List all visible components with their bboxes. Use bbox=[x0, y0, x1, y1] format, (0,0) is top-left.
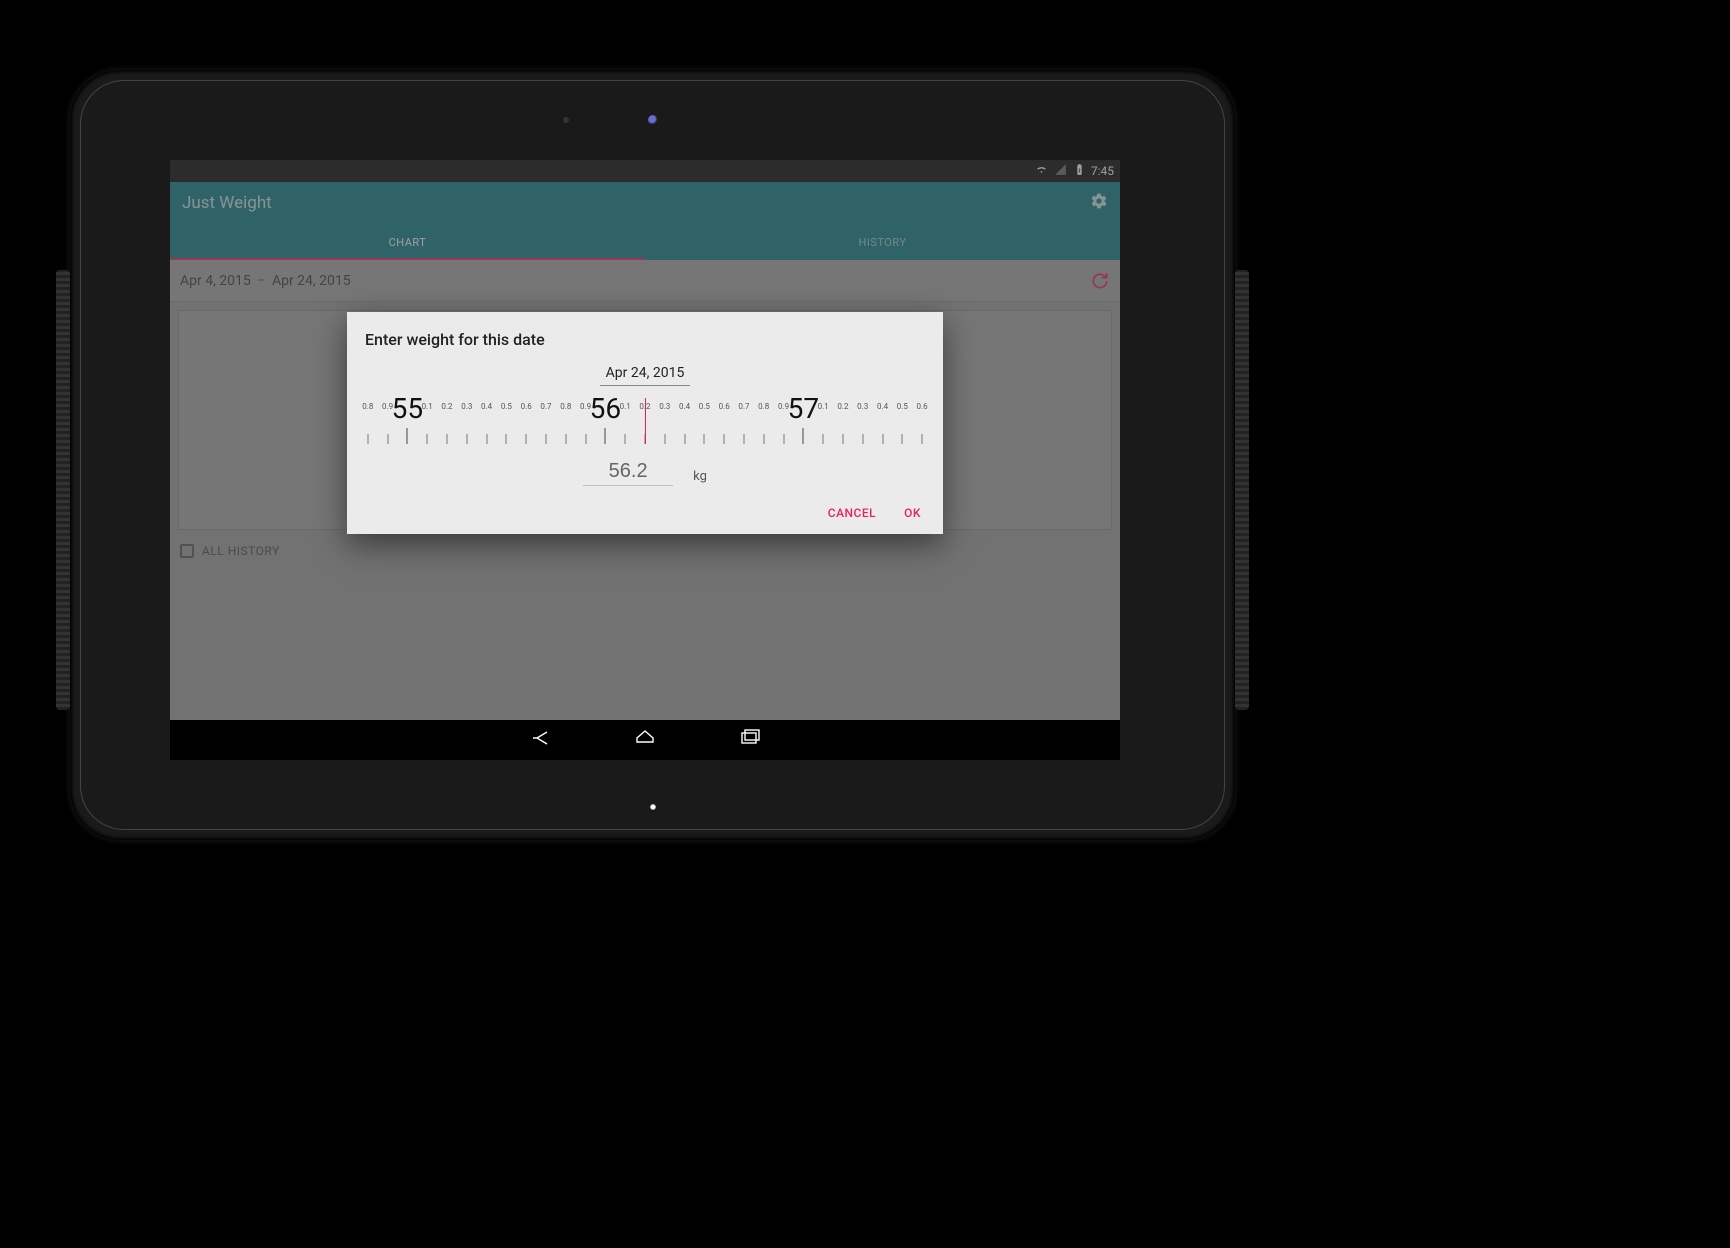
ruler-minor-label: 0.7 bbox=[540, 402, 551, 411]
recent-icon bbox=[737, 726, 761, 750]
ruler-tick: 0.5 bbox=[496, 396, 516, 444]
ruler-indicator bbox=[645, 398, 646, 444]
ruler-tick: 0.2 bbox=[437, 396, 457, 444]
sensor-icon bbox=[563, 117, 569, 123]
recent-apps-button[interactable] bbox=[737, 726, 761, 754]
ruler-minor-label: 0.8 bbox=[560, 402, 571, 411]
weight-ruler[interactable]: 0.80.9550.10.20.30.40.50.60.70.80.9560.1… bbox=[361, 396, 929, 444]
ruler-tick: 0.7 bbox=[734, 396, 754, 444]
ruler-minor-label: 0.1 bbox=[818, 402, 829, 411]
led-icon bbox=[650, 804, 656, 810]
weight-input-row: kg bbox=[347, 444, 943, 496]
front-camera-icon bbox=[648, 115, 658, 125]
weight-input[interactable] bbox=[583, 460, 673, 486]
ruler-minor-label: 0.5 bbox=[501, 402, 512, 411]
ruler-tick: 0.3 bbox=[457, 396, 477, 444]
tablet-device-frame: 7:45 Just Weight CHART HISTORY Apr 4, 20… bbox=[70, 70, 1235, 840]
ruler-minor-label: 0.1 bbox=[422, 402, 433, 411]
ruler-minor-label: 0.5 bbox=[699, 402, 710, 411]
ruler-minor-label: 0.1 bbox=[620, 402, 631, 411]
ruler-tick: 0.4 bbox=[675, 396, 695, 444]
ruler-minor-label: 0.8 bbox=[758, 402, 769, 411]
ruler-tick: 0.1 bbox=[417, 396, 437, 444]
ruler-tick: 0.3 bbox=[655, 396, 675, 444]
dialog-date[interactable]: Apr 24, 2015 bbox=[347, 357, 943, 383]
ruler-tick: 0.5 bbox=[892, 396, 912, 444]
ruler-minor-label: 0.6 bbox=[521, 402, 532, 411]
screen: 7:45 Just Weight CHART HISTORY Apr 4, 20… bbox=[170, 160, 1120, 760]
ruler-minor-label: 0.3 bbox=[659, 402, 670, 411]
ruler-tick: 0.8 bbox=[754, 396, 774, 444]
ruler-tick: 0.3 bbox=[853, 396, 873, 444]
ruler-minor-label: 0.5 bbox=[897, 402, 908, 411]
modal-overlay[interactable]: Enter weight for this date Apr 24, 2015 … bbox=[170, 160, 1120, 760]
ruler-tick: 0.6 bbox=[516, 396, 536, 444]
ruler-minor-label: 0.6 bbox=[917, 402, 928, 411]
speaker-grille bbox=[56, 270, 70, 710]
ruler-minor-label: 0.6 bbox=[719, 402, 730, 411]
ruler-tick: 56 bbox=[595, 396, 615, 444]
back-button[interactable] bbox=[529, 726, 553, 754]
ruler-tick: 0.8 bbox=[556, 396, 576, 444]
ruler-minor-label: 0.8 bbox=[362, 402, 373, 411]
home-button[interactable] bbox=[633, 726, 657, 754]
underline bbox=[600, 385, 690, 386]
ruler-minor-label: 0.3 bbox=[857, 402, 868, 411]
unit-label: kg bbox=[693, 469, 707, 486]
ruler-minor-label: 0.4 bbox=[481, 402, 492, 411]
system-nav-bar bbox=[170, 720, 1120, 760]
ruler-tick: 57 bbox=[793, 396, 813, 444]
ruler-tick: 0.6 bbox=[714, 396, 734, 444]
ruler-minor-label: 0.2 bbox=[441, 402, 452, 411]
cancel-button[interactable]: CANCEL bbox=[828, 506, 876, 520]
ruler-tick: 0.6 bbox=[912, 396, 929, 444]
ruler-minor-label: 0.7 bbox=[738, 402, 749, 411]
ruler-tick: 0.7 bbox=[536, 396, 556, 444]
ruler-tick: 0.2 bbox=[833, 396, 853, 444]
enter-weight-dialog: Enter weight for this date Apr 24, 2015 … bbox=[347, 312, 943, 534]
ruler-tick: 0.8 bbox=[361, 396, 378, 444]
speaker-grille bbox=[1235, 270, 1249, 710]
ruler-tick: 55 bbox=[398, 396, 418, 444]
ruler-tick: 0.1 bbox=[813, 396, 833, 444]
ok-button[interactable]: OK bbox=[904, 506, 921, 520]
dialog-title: Enter weight for this date bbox=[347, 312, 943, 357]
back-icon bbox=[529, 726, 553, 750]
home-icon bbox=[633, 726, 657, 750]
ruler-minor-label: 0.4 bbox=[877, 402, 888, 411]
ruler-minor-label: 0.3 bbox=[461, 402, 472, 411]
ruler-tick: 0.4 bbox=[873, 396, 893, 444]
ruler-minor-label: 0.2 bbox=[837, 402, 848, 411]
ruler-tick: 0.5 bbox=[694, 396, 714, 444]
ruler-tick: 0.4 bbox=[477, 396, 497, 444]
dialog-actions: CANCEL OK bbox=[347, 496, 943, 534]
ruler-tick: 0.1 bbox=[615, 396, 635, 444]
ruler-minor-label: 0.4 bbox=[679, 402, 690, 411]
